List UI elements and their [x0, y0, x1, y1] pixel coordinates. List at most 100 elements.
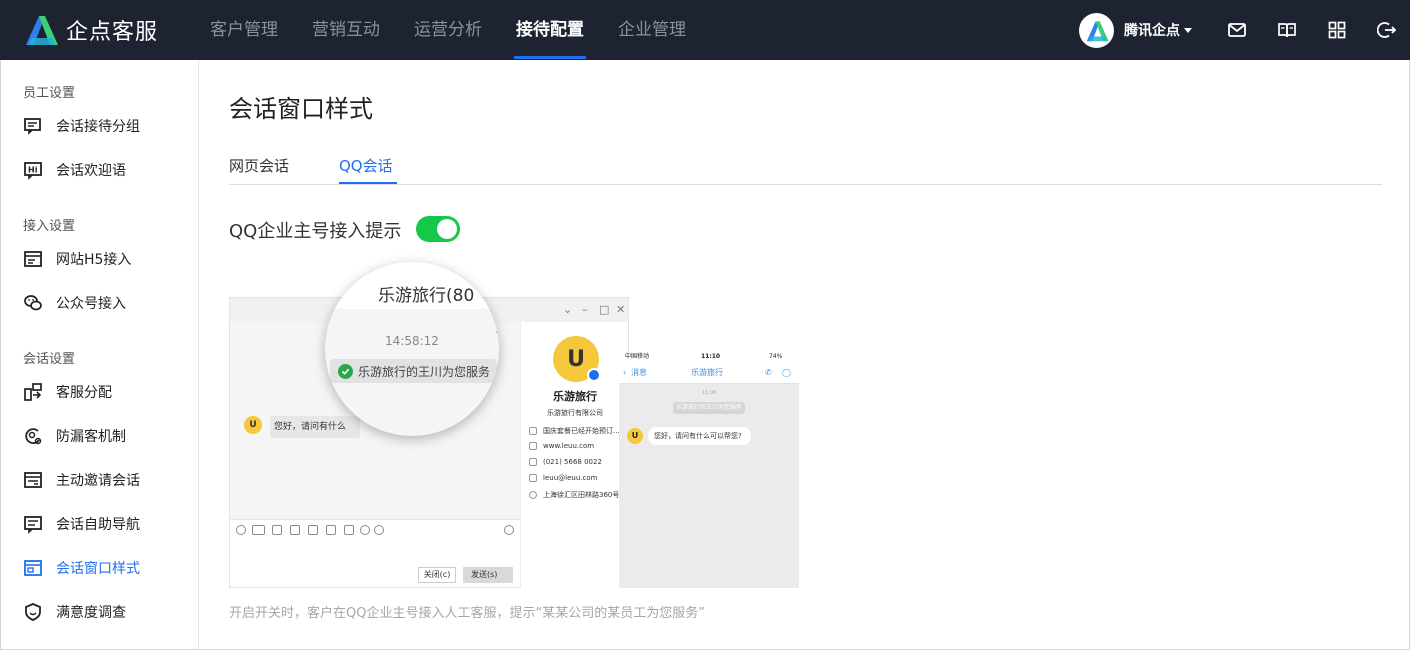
sidebar-item-label: 会话接待分组 — [56, 119, 140, 135]
emoji-icon — [236, 525, 246, 535]
toggle-label: QQ企业主号接入提示 — [229, 221, 402, 242]
sidebar-group-session: 会话设置 — [23, 352, 76, 367]
page-title: 会话窗口样式 — [229, 95, 373, 123]
link-icon — [529, 442, 537, 450]
phone-nav-bar: ‹ 消息 乐游旅行 ✆ ◯ — [619, 362, 799, 384]
profile-icon: ◯ — [782, 368, 791, 377]
preview-close-button: 关闭(c) — [418, 567, 456, 583]
apps-grid-icon[interactable] — [1327, 20, 1347, 40]
sidebar-item-label: 客服分配 — [56, 385, 112, 401]
preview-info-row: 上海徐汇区田林路360号 — [529, 490, 619, 500]
qq-notice-toggle[interactable] — [416, 216, 460, 242]
preview-send-button: 发送(s) — [463, 567, 513, 583]
toggle-hint-text: 开启开关时，客户在QQ企业主号接入人工客服，提示“某某公司的某员工为您服务” — [229, 606, 705, 621]
check-circle-icon — [338, 363, 353, 379]
logo-text: 企点客服 — [66, 20, 159, 45]
preview-info-row: www.leuu.com — [529, 442, 594, 450]
web-icon — [24, 251, 42, 267]
nav-item-reception-config[interactable]: 接待配置 — [516, 0, 584, 60]
sidebar-group-access: 接入设置 — [23, 219, 76, 234]
mic-icon — [360, 525, 370, 535]
magnifier-service-pill: 乐游旅行的王川为您服务 — [330, 359, 497, 383]
tab-active-underline — [339, 182, 397, 184]
sidebar-item-label: 会话窗口样式 — [56, 561, 140, 577]
mail-icon[interactable] — [1227, 20, 1247, 40]
more-icon — [374, 525, 384, 535]
sidebar-item-label: 主动邀请会话 — [56, 473, 140, 489]
folder-icon — [290, 525, 300, 535]
magnifier-pill-text: 乐游旅行的王川为您服务 — [358, 364, 491, 379]
preview-image: ⌄ – □ ✕ U 您好，请问有什么 关闭(c) 发送(s) U 乐游旅行 乐游… — [229, 297, 799, 588]
nav-active-underline — [514, 56, 586, 59]
sidebar-item-self-nav[interactable]: 会话自助导航 — [23, 512, 140, 536]
clock-icon — [504, 525, 514, 535]
window-icon — [24, 560, 42, 576]
tab-bar: 网页会话 QQ会话 — [229, 155, 1382, 185]
chevron-down-icon[interactable] — [1184, 28, 1192, 33]
preview-bubble: 您好，请问有什么 — [270, 416, 360, 438]
assign-icon — [24, 383, 42, 401]
nav-item-enterprise[interactable]: 企业管理 — [618, 0, 686, 60]
sidebar-item-prevent-loss[interactable]: 防漏客机制 — [23, 424, 126, 448]
preview-magnifier: 乐游旅行(80 ··· 14:58:12 乐游旅行的王川为您服务 — [325, 262, 499, 436]
preview-info-name: 乐游旅行 — [553, 390, 597, 403]
sidebar-item-label: 会话欢迎语 — [56, 163, 126, 179]
phone-call-icon: ✆ — [765, 368, 772, 377]
document-icon — [344, 525, 354, 535]
top-nav-bar: 企点客服 客户管理 营销互动 运营分析 接待配置 企业管理 腾讯企点 — [0, 0, 1410, 60]
phone-back-label: 消息 — [631, 368, 647, 377]
sidebar-item-window-style[interactable]: 会话窗口样式 — [23, 556, 140, 580]
survey-icon — [25, 603, 41, 621]
image-icon — [308, 525, 318, 535]
gif-icon — [252, 525, 265, 535]
sidebar-item-web-h5[interactable]: 网站H5接入 — [23, 247, 131, 271]
preview-info-row: leuu@leuu.com — [529, 474, 597, 482]
sidebar-item-invite[interactable]: 主动邀请会话 — [23, 468, 140, 492]
list-icon — [529, 427, 537, 435]
magnifier-title: 乐游旅行(80 — [378, 286, 475, 306]
user-name[interactable]: 腾讯企点 — [1124, 20, 1180, 40]
toggle-knob — [437, 219, 457, 239]
phone-bubble: 您好，请问有什么可以帮您? — [648, 427, 751, 445]
hi-icon: Hi — [24, 162, 42, 180]
chevron-down-icon: ⌄ — [563, 303, 573, 316]
preview-info-row: 国庆套餐已经开始预订... — [529, 426, 620, 436]
sidebar-item-label: 网站H5接入 — [56, 252, 132, 268]
avatar[interactable] — [1079, 13, 1114, 48]
chevron-left-icon: ‹ — [623, 368, 627, 377]
fax-icon — [529, 458, 537, 466]
sidebar: 员工设置 会话接待分组 Hi 会话欢迎语 接入设置 网站H5接入 公众号接入 会… — [1, 60, 199, 649]
logo-icon — [26, 16, 58, 45]
phone-avatar: U — [627, 428, 643, 444]
phone-time: 11:06 — [701, 390, 717, 396]
tab-web-session[interactable]: 网页会话 — [229, 155, 289, 176]
sidebar-item-welcome[interactable]: Hi 会话欢迎语 — [23, 158, 126, 182]
sidebar-group-staff: 员工设置 — [23, 86, 76, 101]
nav-item-customers[interactable]: 客户管理 — [210, 0, 278, 60]
nav-item-analytics[interactable]: 运营分析 — [414, 0, 482, 60]
logout-icon[interactable] — [1377, 20, 1397, 40]
minimize-icon: – — [582, 303, 588, 316]
preview-info-row: (021) 5668 0022 — [529, 458, 602, 466]
tab-qq-session[interactable]: QQ会话 — [339, 155, 393, 176]
nav-item-marketing[interactable]: 营销互动 — [312, 0, 380, 60]
phone-service-pill: 乐游旅行的王川为您服务 — [673, 402, 745, 414]
sidebar-item-survey[interactable]: 满意度调查 — [23, 600, 126, 624]
phone-icon — [529, 474, 537, 482]
chat-group-icon — [24, 118, 41, 135]
wechat-icon — [24, 295, 42, 311]
sidebar-item-official-account[interactable]: 公众号接入 — [23, 291, 126, 315]
enterprise-badge-icon — [587, 368, 601, 382]
sidebar-item-label: 满意度调查 — [56, 605, 126, 621]
sidebar-item-label: 公众号接入 — [56, 296, 126, 312]
preview-info-company: 乐游旅行有限公司 — [547, 409, 603, 417]
maximize-icon: □ — [599, 303, 610, 316]
scissors-icon — [272, 525, 282, 535]
sidebar-item-assignment[interactable]: 客服分配 — [23, 380, 112, 404]
sidebar-item-label: 会话自助导航 — [56, 517, 140, 533]
sidebar-item-chat-groups[interactable]: 会话接待分组 — [23, 114, 140, 138]
book-icon[interactable] — [1277, 20, 1297, 40]
avatar-logo-icon — [1086, 20, 1109, 41]
location-icon — [529, 491, 537, 499]
logo[interactable]: 企点客服 — [22, 14, 158, 46]
